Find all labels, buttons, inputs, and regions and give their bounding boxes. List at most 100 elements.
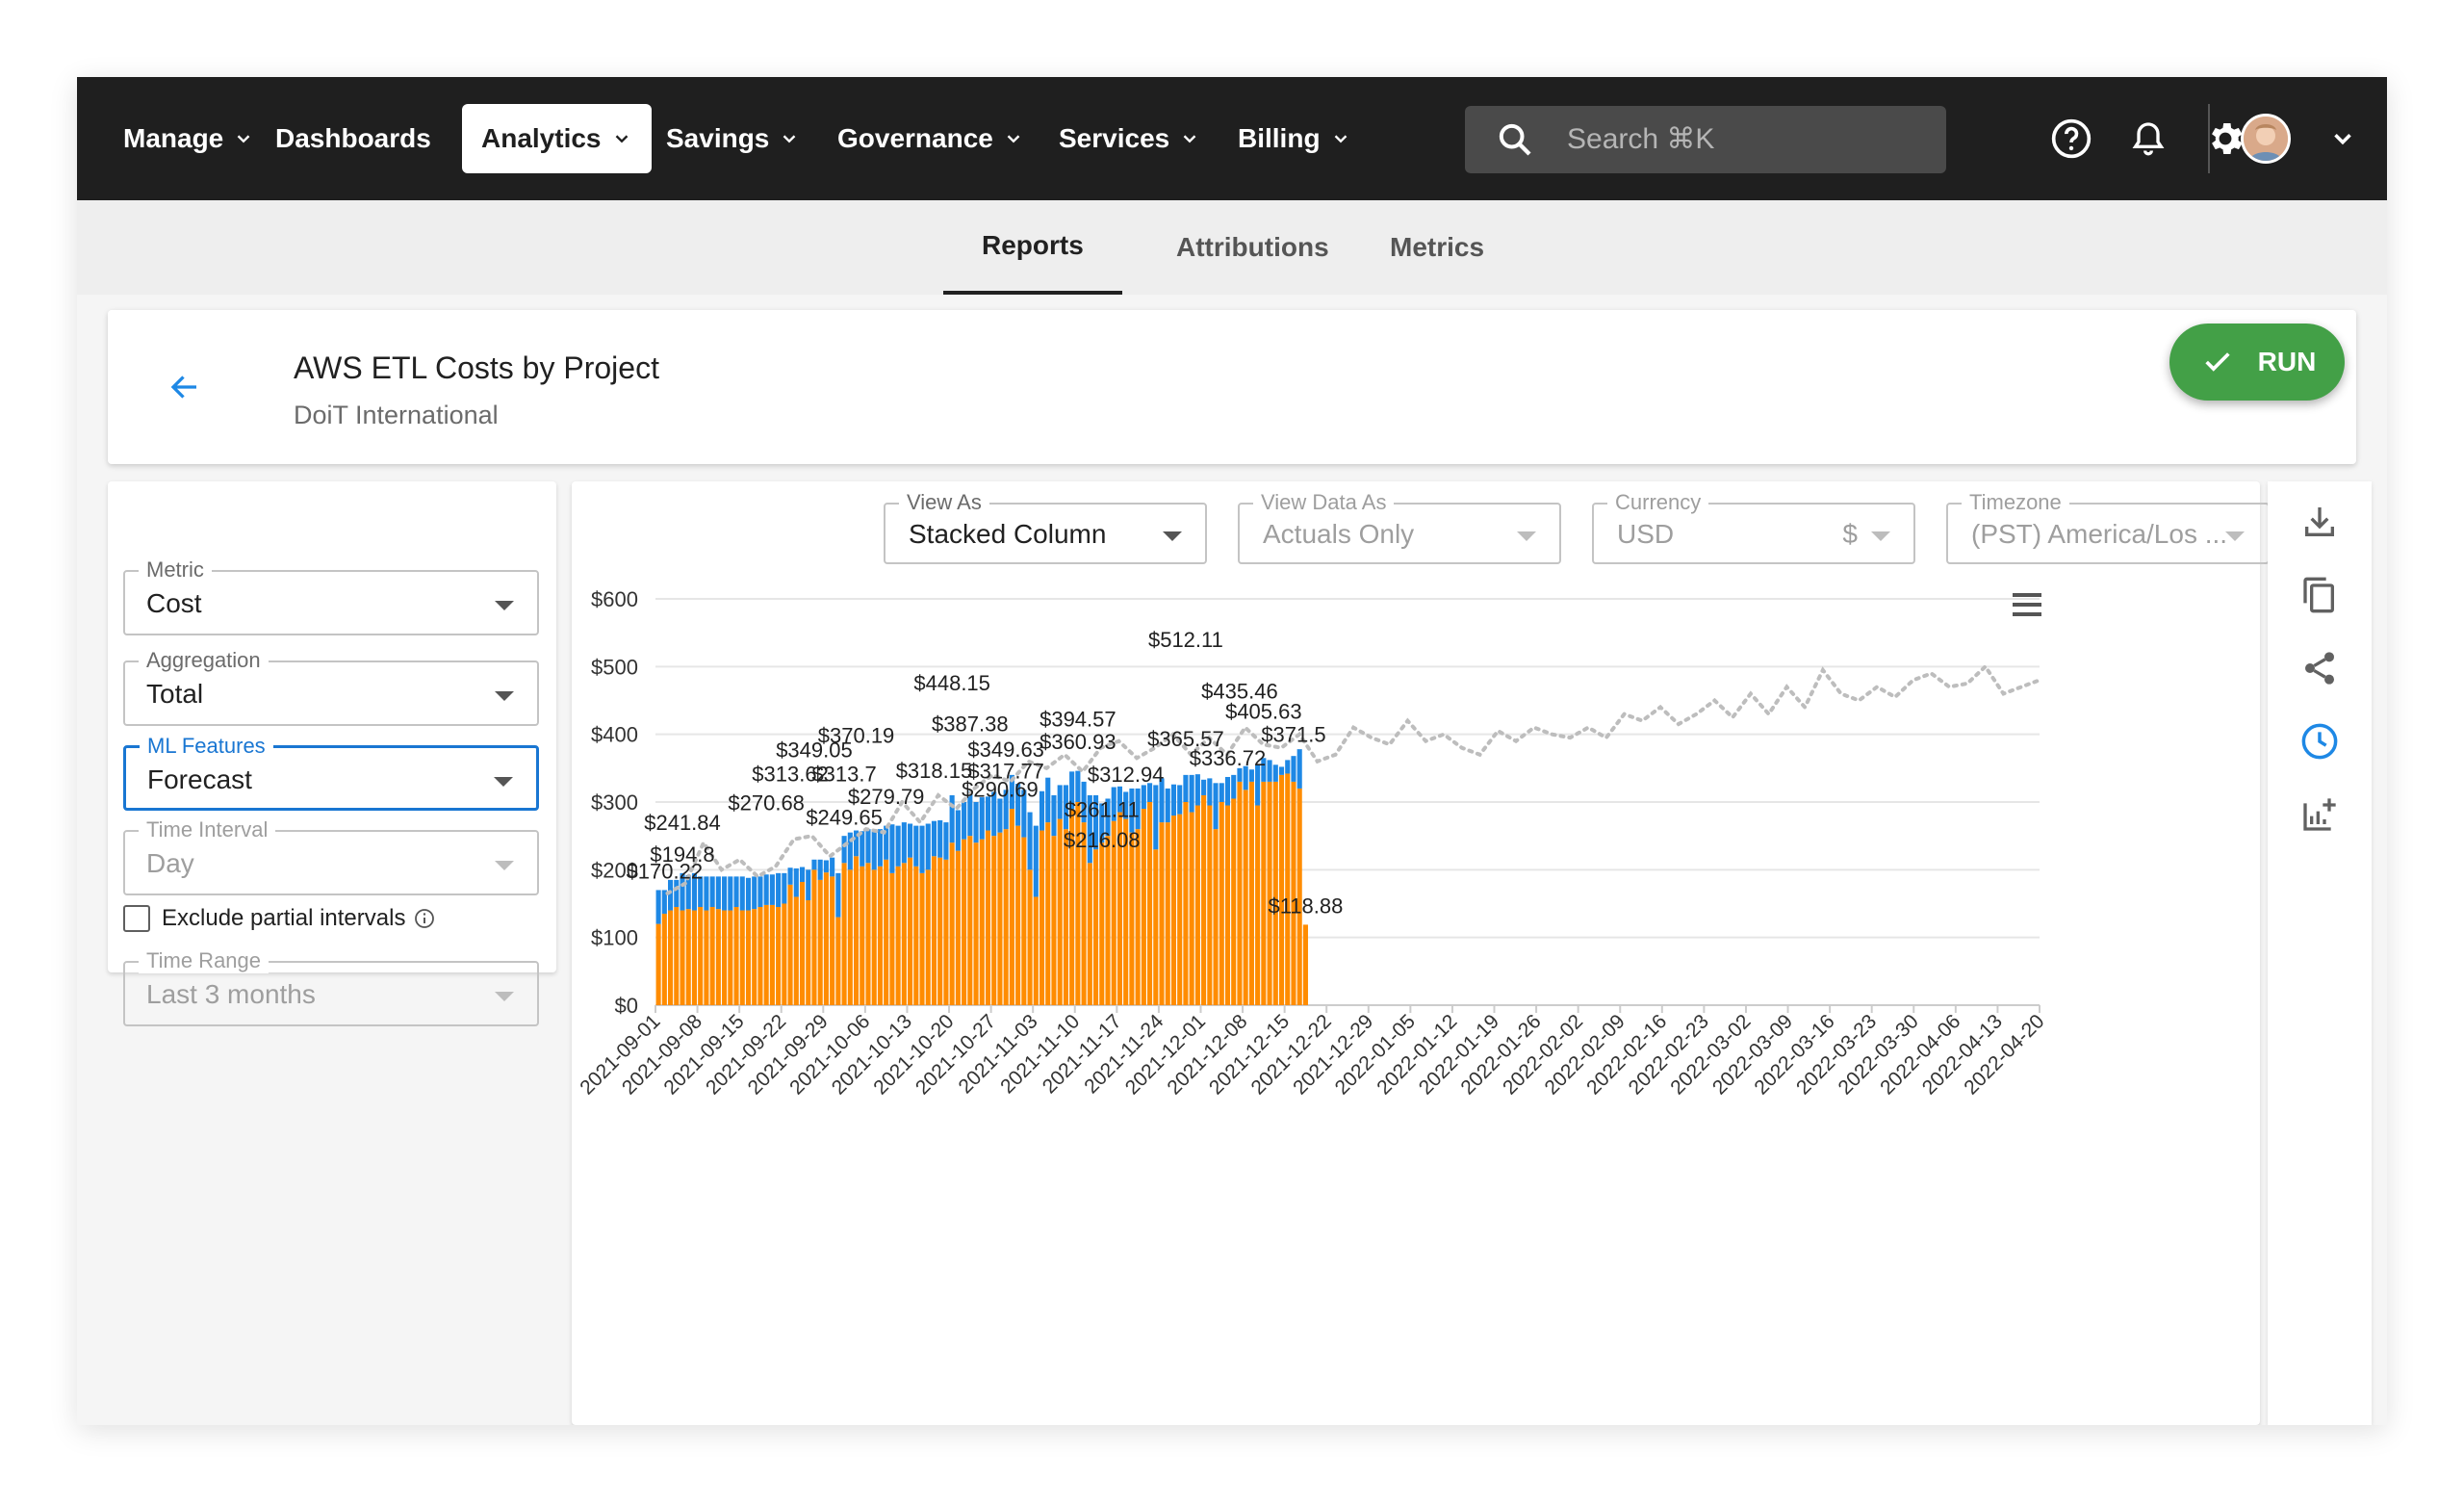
run-button-label: RUN <box>2257 347 2317 376</box>
bar-segment-orange <box>698 907 704 1005</box>
nav-dashboards[interactable]: Dashboards <box>256 104 450 173</box>
timezone-select[interactable]: Timezone (PST) America/Los ... <box>1946 490 2270 564</box>
info-icon[interactable] <box>413 907 436 930</box>
chart-menu-icon[interactable] <box>2013 593 2041 616</box>
dropdown-arrow-icon <box>495 601 514 610</box>
search-bar[interactable] <box>1465 106 1946 173</box>
bar-segment-blue <box>799 867 806 882</box>
data-label: $349.63 <box>967 738 1044 762</box>
bar-segment-blue <box>1285 760 1291 774</box>
help-icon[interactable] <box>2048 116 2094 162</box>
aggregation-label: Aggregation <box>139 648 269 673</box>
bar-segment-orange <box>1194 805 1200 1005</box>
currency-value: USD <box>1617 519 1675 549</box>
bar-segment-orange <box>757 907 763 1005</box>
nav-savings[interactable]: Savings <box>647 104 819 173</box>
bar-segment-blue <box>1224 776 1231 806</box>
view-data-as-label: View Data As <box>1253 490 1395 515</box>
account-chevron-down-icon[interactable] <box>2320 116 2366 162</box>
bar-segment-orange <box>691 910 698 1005</box>
bell-icon[interactable] <box>2125 116 2171 162</box>
page-subtitle: DoiT International <box>294 401 499 429</box>
nav-analytics[interactable]: Analytics <box>462 104 652 173</box>
aggregation-select[interactable]: Aggregation Total <box>123 648 539 726</box>
bar-segment-orange <box>685 909 691 1005</box>
view-as-select[interactable]: View As Stacked Column <box>884 490 1207 564</box>
bar-segment-orange <box>1087 863 1092 1005</box>
view-data-as-select[interactable]: View Data As Actuals Only <box>1238 490 1561 564</box>
time-interval-select[interactable]: Time Interval Day <box>123 817 539 895</box>
bar-segment-orange <box>769 904 775 1005</box>
bar-segment-orange <box>1243 790 1248 1005</box>
tab-attributions[interactable]: Attributions <box>1138 200 1368 295</box>
stacked-column-chart: $0$100$200$300$400$500$6002021-09-012021… <box>576 587 2048 1099</box>
data-label: $371.5 <box>1261 723 1325 747</box>
data-label: $336.72 <box>1190 746 1267 770</box>
bar-segment-blue <box>752 876 757 910</box>
bar-segment-orange <box>1015 825 1021 1005</box>
avatar[interactable] <box>2241 114 2291 164</box>
bar-segment-orange <box>799 881 806 1005</box>
time-interval-value: Day <box>146 848 194 878</box>
bar-segment-blue <box>709 876 715 908</box>
share-icon[interactable] <box>2297 645 2343 691</box>
time-range-select[interactable]: Time Range Last 3 months <box>123 948 539 1026</box>
chevron-down-icon <box>783 135 796 143</box>
clock-icon[interactable] <box>2297 718 2343 764</box>
bar-segment-orange <box>865 863 871 1005</box>
add-chart-icon[interactable] <box>2297 791 2343 838</box>
metric-select[interactable]: Metric Cost <box>123 557 539 635</box>
bar-segment-orange <box>1189 812 1194 1005</box>
download-icon[interactable] <box>2297 499 2343 545</box>
bar-segment-orange <box>811 869 817 1005</box>
y-tick-label: $600 <box>591 587 638 611</box>
search-input[interactable] <box>1567 123 1913 156</box>
data-label: $360.93 <box>1040 730 1116 754</box>
nav-billing[interactable]: Billing <box>1219 104 1371 173</box>
ml-features-select[interactable]: ML Features Forecast <box>123 734 539 811</box>
bar-segment-blue <box>830 857 835 877</box>
run-button[interactable]: RUN <box>2169 324 2345 401</box>
bar-segment-blue <box>674 879 680 908</box>
bar-segment-blue <box>776 872 782 908</box>
bar-segment-blue <box>757 876 763 908</box>
time-interval-label: Time Interval <box>139 817 276 842</box>
view-data-as-value: Actuals Only <box>1263 519 1415 549</box>
copy-icon[interactable] <box>2297 572 2343 618</box>
back-arrow-icon[interactable] <box>166 370 204 409</box>
data-label: $241.84 <box>644 811 721 835</box>
search-icon <box>1499 123 1531 156</box>
bar-segment-blue <box>793 868 799 897</box>
bar-segment-orange <box>1057 818 1063 1005</box>
bar-segment-orange <box>739 910 745 1005</box>
nav-governance[interactable]: Governance <box>818 104 1043 173</box>
bar-segment-orange <box>1255 805 1261 1005</box>
bar-segment-blue <box>722 876 728 911</box>
bar-segment-orange <box>889 872 895 1005</box>
ml-features-label: ML Features <box>140 734 273 759</box>
currency-select[interactable]: Currency USD $ <box>1592 490 1915 564</box>
nav-manage[interactable]: Manage <box>104 104 273 173</box>
bar-segment-orange <box>913 866 919 1005</box>
bar-segment-orange <box>1003 829 1009 1005</box>
exclude-partial-checkbox[interactable] <box>123 905 150 932</box>
data-label: $387.38 <box>932 712 1009 737</box>
tab-reports[interactable]: Reports <box>943 200 1122 295</box>
bar-segment-orange <box>895 866 901 1005</box>
bar-segment-orange <box>955 850 961 1005</box>
bar-segment-orange <box>997 832 1003 1005</box>
chevron-down-icon <box>1334 135 1347 143</box>
bar-segment-orange <box>1248 781 1254 1005</box>
nav-services[interactable]: Services <box>1040 104 1219 173</box>
tab-metrics[interactable]: Metrics <box>1351 200 1523 295</box>
y-tick-label: $300 <box>591 790 638 815</box>
bar-segment-orange <box>919 872 925 1005</box>
bar-segment-blue <box>1213 783 1219 830</box>
dropdown-arrow-icon <box>495 861 514 870</box>
bar-segment-blue <box>913 825 919 867</box>
bar-segment-orange <box>847 869 853 1005</box>
exclude-partial-label: Exclude partial intervals <box>162 905 406 931</box>
bar-segment-orange <box>1063 829 1068 1005</box>
bar-segment-blue <box>745 877 752 911</box>
bar-segment-blue <box>1189 774 1194 813</box>
